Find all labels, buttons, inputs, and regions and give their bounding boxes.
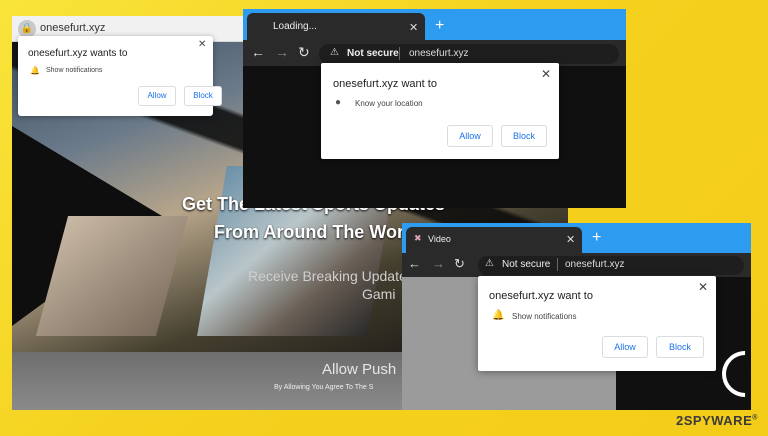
close-icon[interactable]: ✕ [409,21,418,34]
omnibox-divider [399,47,400,60]
allow-push-subtext: By Allowing You Agree To The S [274,384,374,391]
tab-title: Video [428,234,451,244]
close-icon[interactable]: ✕ [698,280,708,294]
back-arrow-icon[interactable]: ← [251,44,265,60]
tab-title: Loading... [273,21,317,32]
address-url[interactable]: onesefurt.xyz [565,259,624,270]
allow-push-heading[interactable]: Allow Push [322,361,396,378]
popup-title: onesefurt.xyz want to [489,290,593,302]
watermark-text: 2SPYWARE [676,413,753,428]
block-button[interactable]: Block [656,336,704,358]
security-label[interactable]: Not secure [347,48,399,59]
back-arrow-icon[interactable]: ← [408,256,421,271]
allow-button[interactable]: Allow [602,336,648,358]
watermark-logo: 2SPYWARE® [676,413,758,428]
omnibox-divider [557,258,558,271]
hero-subtitle: Gami [362,286,396,302]
address-url[interactable]: onesefurt.xyz [40,22,105,34]
hero-subtitle: Receive Breaking Updates A [248,268,427,284]
forward-arrow-icon[interactable]: → [432,256,445,271]
reload-icon[interactable]: ↻ [454,256,465,272]
close-icon[interactable]: ✕ [198,39,206,50]
bell-icon: 🔔 [492,310,505,321]
bell-icon: 🔔 [30,66,40,75]
popup-title: onesefurt.xyz want to [333,78,437,90]
block-button[interactable]: Block [501,125,547,147]
address-url[interactable]: onesefurt.xyz [409,48,468,59]
popup-message: Show notifications [46,67,103,74]
location-pin-icon: ● [335,97,342,108]
allow-button[interactable]: Allow [138,86,176,106]
block-button[interactable]: Block [184,86,222,106]
popup-message: Know your location [355,99,423,108]
security-label[interactable]: Not secure [502,259,550,270]
hero-title: From Around The Wor [214,222,404,242]
close-icon[interactable]: ✕ [566,233,575,246]
allow-button[interactable]: Allow [447,125,493,147]
favicon-icon: ✖ [414,233,422,243]
warning-icon[interactable]: ⚠ [330,47,339,58]
registered-mark: ® [752,414,758,422]
new-tab-icon[interactable]: + [435,17,444,35]
loading-spinner-icon [712,341,751,407]
popup-title: onesefurt.xyz wants to [28,48,128,59]
notification-permission-popup: onesefurt.xyz want to ✕ 🔔 Show notificat… [478,276,716,371]
popup-message: Show notifications [512,312,577,321]
warning-icon[interactable]: ⚠ [485,258,494,269]
forward-arrow-icon[interactable]: → [275,44,289,60]
new-tab-icon[interactable]: + [592,229,601,247]
notification-permission-popup: onesefurt.xyz wants to ✕ 🔔 Show notifica… [18,36,222,116]
close-icon[interactable]: ✕ [541,67,551,81]
location-permission-popup: onesefurt.xyz want to ✕ ● Know your loca… [321,63,559,159]
reload-icon[interactable]: ↻ [298,44,310,61]
